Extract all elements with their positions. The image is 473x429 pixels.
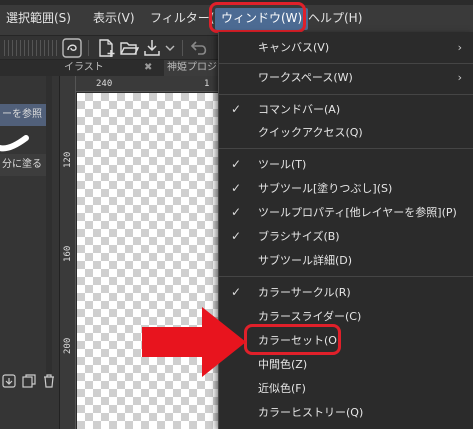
panel-footer bbox=[0, 374, 60, 392]
toolbar-grip bbox=[24, 40, 25, 56]
submenu-arrow-icon: › bbox=[457, 41, 462, 54]
ruler-vertical: 120 160 200 bbox=[60, 76, 76, 429]
ruler-horizontal: 240 1 bbox=[76, 76, 220, 92]
canvas-tab-bar: イラスト ✖ 神姫プロジェ bbox=[60, 60, 220, 76]
toolbar-grip bbox=[48, 40, 49, 56]
menu-separator bbox=[219, 94, 473, 95]
chevron-down-icon[interactable] bbox=[163, 38, 177, 58]
ruler-tick-label: 1 bbox=[204, 79, 210, 89]
trash-icon[interactable] bbox=[42, 374, 56, 388]
toolbar-grip bbox=[36, 40, 37, 56]
panel-row-fill-area[interactable]: 分に塗る bbox=[0, 154, 46, 176]
panel-row-refer-layer[interactable]: ーを参照 bbox=[0, 104, 46, 126]
menu-item-sub-tool[interactable]: ✓ サブツール[塗りつぶし](S) bbox=[219, 177, 473, 201]
ruler-tick-label: 120 bbox=[63, 151, 73, 168]
menu-item-label: キャンバス(V) bbox=[258, 41, 330, 54]
undo-icon[interactable] bbox=[190, 38, 210, 58]
menu-item-label: ワークスペース(W) bbox=[258, 71, 353, 84]
toolbar-grip bbox=[44, 40, 45, 56]
panel-header bbox=[0, 60, 60, 76]
ruler-tick-label: 160 bbox=[63, 245, 73, 262]
copy-layer-icon[interactable] bbox=[22, 374, 36, 388]
menu-help[interactable]: ヘルプ(H) bbox=[308, 10, 362, 26]
toolbar-grip bbox=[20, 40, 21, 56]
ruler-tick-label: 240 bbox=[96, 79, 113, 89]
menu-item-intermediate-color[interactable]: 中間色(Z) bbox=[219, 353, 473, 377]
toolbar-grip bbox=[32, 40, 33, 56]
menu-item-label: カラースライダー(C) bbox=[258, 310, 362, 323]
menu-item-approximate-color[interactable]: 近似色(F) bbox=[219, 377, 473, 401]
menu-item-label: 中間色(Z) bbox=[258, 358, 308, 371]
window-menu-dropdown: キャンバス(V) › ワークスペース(W) › ✓ コマンドバー(A) クイック… bbox=[218, 32, 473, 429]
menu-item-label: ツールプロパティ[他レイヤーを参照](P) bbox=[258, 206, 457, 219]
tool-property-panel: ーを参照 分に塗る bbox=[0, 60, 60, 429]
tab-project[interactable]: 神姫プロジェ bbox=[164, 60, 220, 76]
checkmark-icon: ✓ bbox=[231, 285, 242, 299]
menu-item-canvas[interactable]: キャンバス(V) › bbox=[219, 36, 473, 60]
tab-close-icon[interactable]: ✖ bbox=[144, 60, 152, 76]
submenu-arrow-icon: › bbox=[457, 71, 462, 84]
checkmark-icon: ✓ bbox=[231, 102, 242, 116]
menu-separator bbox=[219, 148, 473, 149]
menu-separator bbox=[219, 276, 473, 277]
brush-stroke-preview bbox=[0, 135, 29, 152]
panel-row-label: ーを参照 bbox=[2, 109, 42, 120]
menu-item-label: 近似色(F) bbox=[258, 382, 306, 395]
toolbar-separator bbox=[88, 40, 89, 56]
toolbar-grip bbox=[16, 40, 17, 56]
color-set-highlight bbox=[244, 324, 341, 355]
menu-item-label: コマンドバー(A) bbox=[258, 103, 341, 116]
panel-row-label: 分に塗る bbox=[2, 159, 42, 170]
drawing-canvas[interactable] bbox=[77, 93, 220, 429]
menu-item-label: ツール(T) bbox=[258, 158, 307, 171]
tab-illust[interactable]: イラスト bbox=[64, 60, 104, 76]
menu-item-label: サブツール[塗りつぶし](S) bbox=[258, 182, 393, 195]
ruler-tick-label: 200 bbox=[63, 337, 73, 354]
menu-view[interactable]: 表示(V) bbox=[93, 10, 135, 26]
menu-item-brush-size[interactable]: ✓ ブラシサイズ(B) bbox=[219, 225, 473, 249]
menu-item-command-bar[interactable]: ✓ コマンドバー(A) bbox=[219, 98, 473, 122]
menu-item-label: サブツール詳細(D) bbox=[258, 254, 353, 267]
menu-item-tool[interactable]: ✓ ツール(T) bbox=[219, 153, 473, 177]
checkmark-icon: ✓ bbox=[231, 229, 242, 243]
new-canvas-icon[interactable] bbox=[96, 38, 116, 58]
vector-icon[interactable] bbox=[62, 38, 82, 58]
checkmark-icon: ✓ bbox=[231, 181, 242, 195]
toolbar-grip bbox=[4, 40, 5, 56]
toolbar-grip bbox=[12, 40, 13, 56]
save-icon[interactable] bbox=[142, 38, 162, 58]
open-folder-icon[interactable] bbox=[119, 38, 139, 58]
add-layer-icon[interactable] bbox=[2, 374, 16, 388]
toolbar-grip bbox=[8, 40, 9, 56]
menu-item-tool-property[interactable]: ✓ ツールプロパティ[他レイヤーを参照](P) bbox=[219, 201, 473, 225]
menu-window-highlight bbox=[209, 2, 306, 33]
menu-item-quick-access[interactable]: クイックアクセス(Q) bbox=[219, 121, 473, 145]
menu-item-label: カラーサークル(R) bbox=[258, 286, 351, 299]
menu-item-workspace[interactable]: ワークスペース(W) › bbox=[219, 66, 473, 90]
toolbar-grip bbox=[52, 40, 53, 56]
menu-selection[interactable]: 選択範囲(S) bbox=[6, 10, 71, 26]
menu-separator bbox=[219, 63, 473, 64]
menu-item-label: カラーヒストリー(Q) bbox=[258, 406, 364, 419]
menu-item-color-history[interactable]: カラーヒストリー(Q) bbox=[219, 401, 473, 425]
menu-item-color-wheel[interactable]: ✓ カラーサークル(R) bbox=[219, 281, 473, 305]
toolbar-grip bbox=[28, 40, 29, 56]
menu-item-label: クイックアクセス(Q) bbox=[258, 126, 363, 139]
checkmark-icon: ✓ bbox=[231, 205, 242, 219]
checkmark-icon: ✓ bbox=[231, 157, 242, 171]
panel-scrollbar[interactable] bbox=[46, 76, 52, 376]
toolbar-separator bbox=[182, 40, 183, 56]
pointer-arrow-icon bbox=[142, 307, 246, 377]
toolbar-grip bbox=[40, 40, 41, 56]
toolbar-grip bbox=[56, 40, 57, 56]
menu-item-label: ブラシサイズ(B) bbox=[258, 230, 340, 243]
menu-item-sub-tool-detail[interactable]: サブツール詳細(D) bbox=[219, 249, 473, 273]
